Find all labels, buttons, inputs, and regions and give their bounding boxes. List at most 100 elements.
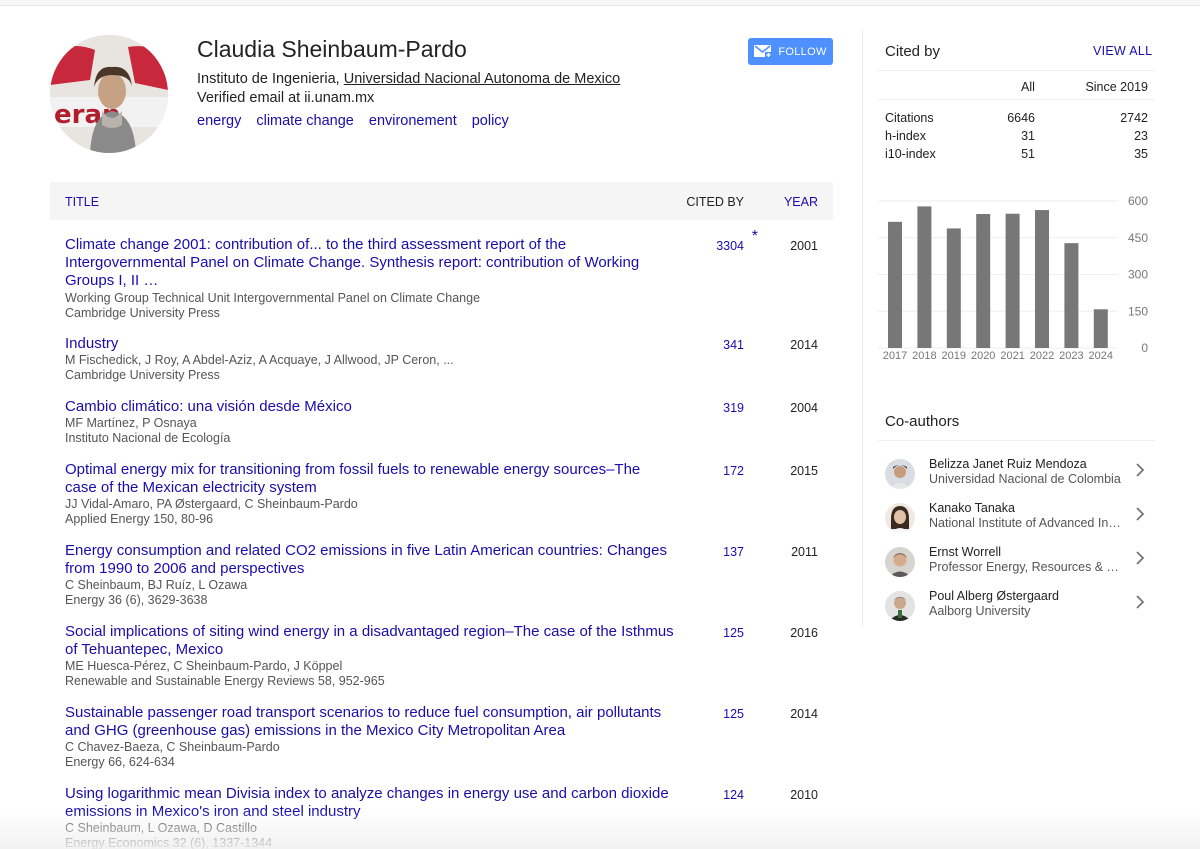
x-tick-label: 2017 <box>883 350 907 362</box>
article-year: 2004 <box>790 401 818 415</box>
citation-bar-2020[interactable] <box>976 213 991 348</box>
article-title-link[interactable]: Cambio climático: una visión desde Méxic… <box>65 398 675 416</box>
coauthor-item[interactable]: Poul Alberg Østergaard Aalborg Universit… <box>878 587 1155 631</box>
metric-label: i10-index <box>885 147 936 161</box>
article-title-link[interactable]: Climate change 2001: contribution of... … <box>65 236 675 290</box>
article-venue: Energy 66, 624-634 <box>65 755 175 769</box>
col-since: Since 2019 <box>1085 80 1148 94</box>
chevron-right-icon <box>1136 551 1145 565</box>
mail-icon <box>754 45 773 58</box>
interest-link-environement[interactable]: environement <box>369 113 457 129</box>
metric-since: 35 <box>1134 147 1148 161</box>
coauthors-divider <box>878 440 1155 441</box>
coauthor-avatar <box>885 591 915 621</box>
sort-by-cited[interactable]: CITED BY <box>686 195 744 209</box>
article-venue: Energy 36 (6), 3629-3638 <box>65 593 208 607</box>
interest-link-climate-change[interactable]: climate change <box>256 113 354 129</box>
citation-bar-2024[interactable] <box>1093 309 1108 348</box>
metric-label: Citations <box>885 111 934 125</box>
article-authors: MF Martínez, P Osnaya <box>65 416 197 430</box>
article-year: 2011 <box>791 545 818 559</box>
coauthor-name: Kanako Tanaka <box>929 501 1015 515</box>
metric-label: h-index <box>885 129 926 143</box>
article-row: Climate change 2001: contribution of... … <box>50 220 833 323</box>
article-cited-by-link[interactable]: 319 <box>723 401 744 415</box>
citation-bar-2023[interactable] <box>1064 243 1079 348</box>
affiliation-text: Instituto de Ingenieria, <box>197 71 344 87</box>
article-authors: M Fischedick, J Roy, A Abdel-Aziz, A Acq… <box>65 353 454 367</box>
merged-citations-star[interactable]: * <box>752 228 758 246</box>
x-tick-label: 2022 <box>1030 350 1054 362</box>
follow-label: FOLLOW <box>778 45 827 58</box>
chevron-right-icon <box>1136 463 1145 477</box>
x-tick-label: 2018 <box>912 350 936 362</box>
col-all: All <box>1021 80 1035 94</box>
x-tick-label: 2020 <box>971 350 995 362</box>
citations-per-year-chart: 600 450 300 150 0 2017 2018 2019 2020 2021 2022 202… <box>878 194 1148 362</box>
metric-all: 31 <box>1021 129 1035 143</box>
metric-since: 2742 <box>1120 111 1148 125</box>
article-year: 2016 <box>790 626 818 640</box>
article-title-link[interactable]: Social implications of siting wind energ… <box>65 623 675 659</box>
coauthor-item[interactable]: Belizza Janet Ruiz Mendoza Universidad N… <box>878 455 1155 499</box>
article-row: Energy consumption and related CO2 emiss… <box>50 530 833 611</box>
coauthor-name: Belizza Janet Ruiz Mendoza <box>929 457 1087 471</box>
article-cited-by-link[interactable]: 124 <box>723 788 744 802</box>
article-venue: Instituto Nacional de Ecología <box>65 431 231 445</box>
column-divider <box>862 30 863 626</box>
article-cited-by-link[interactable]: 125 <box>723 626 744 640</box>
profile-affiliation: Instituto de Ingenieria, Universidad Nac… <box>197 71 620 87</box>
cited-by-title: Cited by <box>885 43 941 60</box>
x-tick-label: 2023 <box>1059 350 1083 362</box>
articles-list: Climate change 2001: contribution of... … <box>50 220 833 849</box>
y-tick-label: 150 <box>1128 304 1148 318</box>
citation-bar-2021[interactable] <box>1005 213 1020 348</box>
article-venue: Cambridge University Press <box>65 368 220 382</box>
article-year: 2010 <box>790 788 818 802</box>
article-row: Sustainable passenger road transport sce… <box>50 692 833 773</box>
coauthor-affiliation: National Institute of Advanced Industria… <box>929 516 1121 530</box>
coauthor-name: Ernst Worrell <box>929 545 1002 559</box>
coauthor-item[interactable]: Kanako Tanaka National Institute of Adva… <box>878 499 1155 543</box>
article-venue: Cambridge University Press <box>65 306 220 320</box>
article-cited-by-link[interactable]: 341 <box>723 338 744 352</box>
coauthor-affiliation: Aalborg University <box>929 604 1031 618</box>
citation-bar-2022[interactable] <box>1035 210 1049 348</box>
article-title-link[interactable]: Industry <box>65 335 675 353</box>
coauthors-title: Co-authors <box>885 413 960 430</box>
coauthor-avatar <box>885 547 915 577</box>
article-authors: C Sheinbaum, L Ozawa, D Castillo <box>65 821 257 835</box>
coauthor-affiliation: Professor Energy, Resources & Technology <box>929 560 1121 574</box>
article-venue: Renewable and Sustainable Energy Reviews… <box>65 674 385 688</box>
article-cited-by-link[interactable]: 3304 <box>716 239 744 253</box>
article-title-link[interactable]: Using logarithmic mean Divisia index to … <box>65 785 675 821</box>
sort-by-year[interactable]: YEAR <box>784 195 818 209</box>
x-tick-label: 2021 <box>1000 350 1024 362</box>
metric-all: 6646 <box>1007 111 1035 125</box>
article-row: Optimal energy mix for transitioning fro… <box>50 449 833 530</box>
y-tick-label: 600 <box>1128 194 1148 208</box>
affiliation-link[interactable]: Universidad Nacional Autonoma de Mexico <box>344 71 620 87</box>
citation-bar-2019[interactable] <box>946 228 961 348</box>
article-cited-by-link[interactable]: 172 <box>723 464 744 478</box>
coauthor-item[interactable]: Ernst Worrell Professor Energy, Resource… <box>878 543 1155 587</box>
profile-name: Claudia Sheinbaum-Pardo <box>197 36 467 62</box>
article-title-link[interactable]: Sustainable passenger road transport sce… <box>65 704 675 740</box>
interest-link-energy[interactable]: energy <box>197 113 241 129</box>
article-title-link[interactable]: Energy consumption and related CO2 emiss… <box>65 542 675 578</box>
interest-link-policy[interactable]: policy <box>472 113 509 129</box>
view-all-link[interactable]: VIEW ALL <box>1093 44 1152 58</box>
coauthor-avatar <box>885 459 915 489</box>
y-tick-label: 0 <box>1141 341 1148 355</box>
coauthor-affiliation: Universidad Nacional de Colombia <box>929 472 1121 486</box>
article-title-link[interactable]: Optimal energy mix for transitioning fro… <box>65 461 675 497</box>
y-tick-label: 450 <box>1128 231 1148 245</box>
article-cited-by-link[interactable]: 137 <box>723 545 744 559</box>
sort-by-title[interactable]: TITLE <box>65 195 99 209</box>
verified-email: Verified email at ii.unam.mx <box>197 90 375 106</box>
follow-button[interactable]: FOLLOW <box>748 38 833 65</box>
article-cited-by-link[interactable]: 125 <box>723 707 744 721</box>
article-authors: Working Group Technical Unit Intergovern… <box>65 291 481 305</box>
citation-bar-2017[interactable] <box>888 221 902 348</box>
citation-bar-2018[interactable] <box>917 206 932 348</box>
